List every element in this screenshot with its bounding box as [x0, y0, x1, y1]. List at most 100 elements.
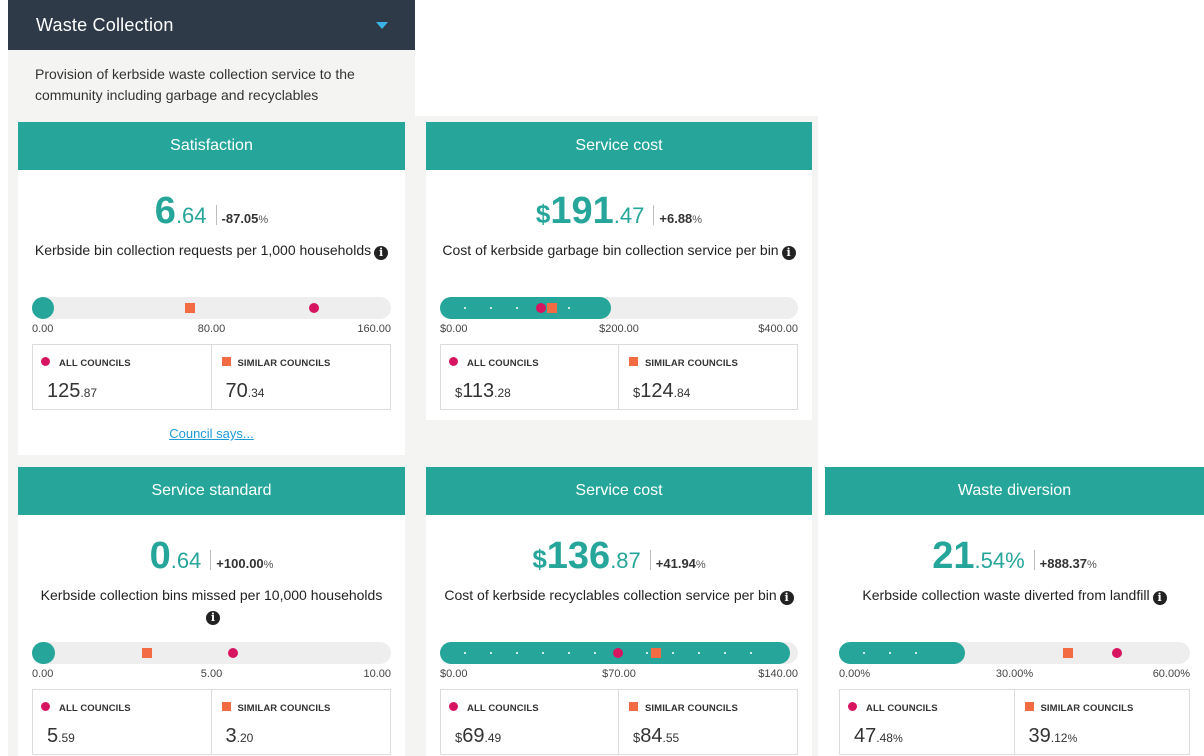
- fill-dot: [750, 652, 752, 654]
- fill-dot: [516, 307, 518, 309]
- stat-decimal: .20: [236, 731, 254, 745]
- fill-dot: [568, 307, 570, 309]
- info-icon[interactable]: i: [1152, 591, 1167, 605]
- similar-councils-label: SIMILAR COUNCILS: [645, 358, 738, 369]
- stat-decimal: .12: [1050, 731, 1068, 745]
- stat-integer: 113: [462, 380, 495, 402]
- scale-mid-label: 80.00: [197, 323, 226, 335]
- scale-min-label: 0.00%: [839, 668, 871, 680]
- value-currency: $: [535, 199, 551, 229]
- value-integer: 191: [550, 190, 614, 232]
- value-separator: [649, 550, 651, 570]
- section-header[interactable]: Waste Collection: [8, 0, 415, 50]
- similar-councils-value: 3.20: [226, 725, 254, 748]
- stat-decimal: .59: [58, 731, 75, 745]
- measure-value: $191.47 +6.88%: [426, 190, 812, 233]
- card-service-standard: Service standard 0.64 +100.00% Kerbside c…: [18, 467, 405, 756]
- stat-unit: %: [1067, 733, 1078, 745]
- card-heading: Satisfaction: [18, 122, 405, 170]
- stat-integer: 124: [640, 380, 674, 402]
- comparison-stats: ALL COUNCILS $113.28 SIMILAR COUNCILS $1…: [440, 344, 798, 410]
- similar-councils-stat: SIMILAR COUNCILS $84.55: [619, 690, 797, 754]
- value-decimal: .47: [613, 203, 645, 228]
- stat-integer: 84: [640, 725, 663, 747]
- similar-councils-stat: SIMILAR COUNCILS 3.20: [212, 690, 391, 754]
- fill-dot: [542, 652, 544, 654]
- similar-councils-stat: SIMILAR COUNCILS 39.12%: [1015, 690, 1190, 754]
- scale-min-label: $0.00: [440, 323, 468, 335]
- value-separator: [653, 205, 655, 225]
- stat-decimal: .87: [80, 386, 98, 400]
- scale-mid-label: 30.00%: [995, 668, 1034, 680]
- all-councils-stat: ALL COUNCILS 47.48%: [840, 690, 1015, 754]
- stat-integer: 69: [462, 725, 485, 747]
- value-integer: 0: [149, 535, 171, 577]
- comparison-stats: ALL COUNCILS 125.87 SIMILAR COUNCILS 70.…: [32, 344, 391, 410]
- all-councils-legend-icon: [41, 702, 50, 711]
- all-councils-marker: [1111, 648, 1122, 658]
- card-service-cost-recyclables: Service cost $136.87 +41.94% Cost of kerb…: [426, 467, 812, 756]
- scale-min-label: $0.00: [440, 668, 468, 680]
- change-unit: %: [263, 559, 274, 571]
- similar-councils-value: $84.55: [633, 725, 679, 748]
- all-councils-label: ALL COUNCILS: [59, 358, 131, 369]
- similar-councils-legend-icon: [1024, 702, 1034, 711]
- all-councils-value: 47.48%: [854, 725, 903, 748]
- description-text: Kerbside bin collection requests per 1,0…: [34, 242, 372, 258]
- similar-councils-legend-icon: [221, 357, 231, 366]
- fill-dot: [889, 652, 891, 654]
- similar-councils-marker: [184, 303, 195, 313]
- value-integer: 6: [154, 190, 176, 232]
- info-icon[interactable]: i: [374, 246, 389, 260]
- all-councils-marker: [227, 648, 238, 658]
- stat-decimal: .49: [484, 731, 502, 745]
- value-separator: [1033, 550, 1035, 570]
- all-councils-legend-icon: [449, 357, 458, 366]
- all-councils-marker: [612, 648, 623, 658]
- value-currency: $: [532, 544, 547, 574]
- caret-down-icon[interactable]: [376, 22, 388, 29]
- card-heading: Service cost: [426, 467, 812, 515]
- value-separator: [210, 550, 212, 570]
- all-councils-stat: ALL COUNCILS 5.59: [33, 690, 212, 754]
- scale-min-label: 0.00: [32, 323, 54, 335]
- all-councils-legend-icon: [848, 702, 857, 711]
- comparison-bar: [839, 642, 1190, 664]
- measure-fill: [32, 642, 55, 664]
- all-councils-value: $69.49: [455, 725, 501, 748]
- all-councils-legend-icon: [41, 357, 50, 366]
- info-icon[interactable]: i: [781, 246, 796, 260]
- stat-integer: 39: [1028, 725, 1051, 747]
- fill-dot: [490, 307, 492, 309]
- all-councils-marker: [309, 303, 320, 313]
- council-says-link[interactable]: Council says...: [18, 426, 405, 441]
- info-icon[interactable]: i: [779, 591, 794, 605]
- similar-councils-legend-icon: [221, 702, 231, 711]
- fill-dot: [724, 652, 726, 654]
- comparison-stats: ALL COUNCILS 5.59 SIMILAR COUNCILS 3.20: [32, 689, 391, 755]
- measure-description: Kerbside bin collection requests per 1,0…: [34, 240, 389, 260]
- change-unit: %: [258, 214, 269, 226]
- stat-integer: 47: [854, 725, 877, 747]
- card-satisfaction: Satisfaction 6.64 -87.05% Kerbside bin co…: [18, 122, 405, 455]
- measure-description: Cost of kerbside recyclables collection …: [442, 585, 796, 605]
- stat-integer: 70: [225, 380, 248, 402]
- all-councils-label: ALL COUNCILS: [866, 703, 938, 714]
- measure-description: Kerbside collection bins missed per 10,0…: [34, 585, 389, 625]
- similar-councils-stat: SIMILAR COUNCILS $124.84: [619, 345, 797, 409]
- stat-decimal: .84: [673, 386, 691, 400]
- section-description: Provision of kerbside waste collection s…: [35, 66, 355, 103]
- scale-max-label: $140.00: [758, 668, 798, 680]
- card-heading: Service standard: [18, 467, 405, 515]
- fill-dot: [915, 652, 917, 654]
- description-text: Cost of kerbside garbage bin collection …: [442, 242, 779, 258]
- scale-min-label: 0.00: [32, 668, 54, 680]
- info-icon[interactable]: i: [206, 611, 220, 625]
- similar-councils-label: SIMILAR COUNCILS: [237, 703, 331, 714]
- description-text: Cost of kerbside recyclables collection …: [444, 587, 777, 603]
- measure-value: $136.87 +41.94%: [426, 535, 812, 578]
- value-decimal: .87: [610, 548, 641, 573]
- comparison-bar: [440, 297, 798, 319]
- stat-decimal: .55: [662, 731, 680, 745]
- change-value: +41.94: [655, 556, 696, 571]
